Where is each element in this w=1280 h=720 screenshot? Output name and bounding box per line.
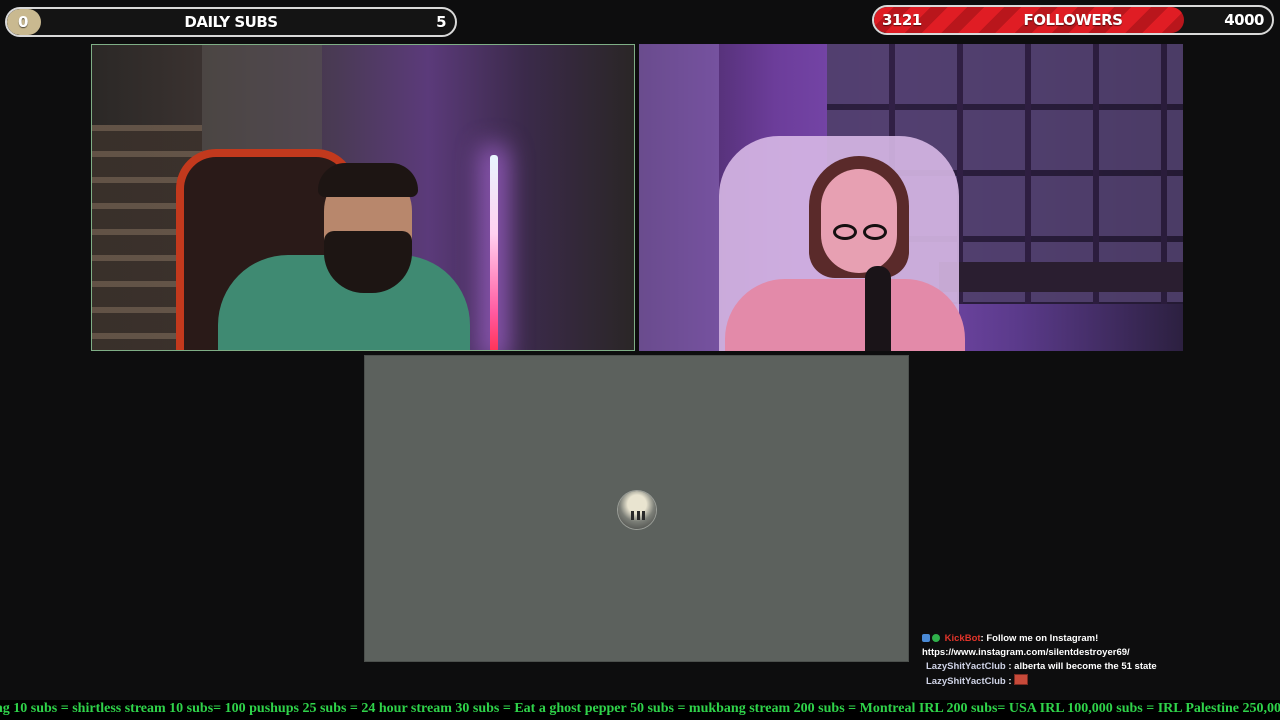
chat-text: : [1005, 676, 1012, 687]
guest-head [821, 169, 897, 273]
chat-text: https://www.instagram.com/silentdestroye… [922, 647, 1130, 658]
followers-goal-bar: 3121 FOLLOWERS 4000 [872, 5, 1274, 35]
streamer-hair [318, 163, 418, 197]
chat-text: : alberta will become the 51 state [1005, 661, 1157, 672]
moderator-badge-icon [922, 634, 930, 642]
daily-subs-goal-bar: 0 DAILY SUBS 5 [5, 7, 457, 37]
desk [939, 262, 1183, 292]
ticker-text: ng 10 subs = shirtless stream 10 subs= 1… [0, 701, 1280, 716]
participant-avatar [618, 491, 656, 529]
followers-title: FOLLOWERS [1023, 11, 1123, 29]
verified-badge-icon [932, 634, 940, 642]
chat-username: LazyShitYactClub [926, 661, 1006, 672]
webcam-feed-right [639, 44, 1183, 351]
chat-username: LazyShitYactClub [926, 676, 1006, 687]
chat-text: : Follow me on Instagram! [980, 633, 1099, 644]
empty-participant-slot [364, 355, 909, 662]
guest-body [725, 279, 965, 351]
chat-username: KickBot [944, 633, 981, 644]
emote-icon [1014, 674, 1029, 685]
doorway [639, 44, 719, 351]
led-light-bar [490, 155, 498, 350]
chat-message: KickBot: Follow me on Instagram! [922, 632, 1262, 646]
chat-message: LazyShitYactClub : alberta will become t… [922, 660, 1262, 674]
microphone [865, 266, 891, 351]
daily-subs-target: 5 [436, 13, 446, 31]
followers-target: 4000 [1224, 11, 1264, 29]
chat-message: https://www.instagram.com/silentdestroye… [922, 646, 1262, 660]
webcam-feed-left [91, 44, 635, 351]
glasses [829, 224, 893, 242]
chat-message: LazyShitYactClub : [922, 674, 1262, 689]
goals-ticker: ng 10 subs = shirtless stream 10 subs= 1… [0, 700, 1280, 720]
daily-subs-title: DAILY SUBS [184, 13, 278, 31]
chat-overlay: KickBot: Follow me on Instagram! https:/… [922, 632, 1262, 689]
